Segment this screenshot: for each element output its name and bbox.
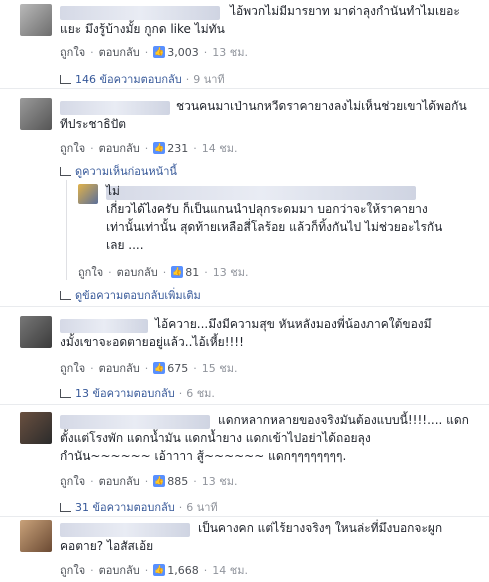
comment-1: ไอ้พวกไม่มีมารยาท มาด่าลุงกำนันทำไมเยอะ … (0, 0, 489, 95)
view-replies-link[interactable]: 146 ข้อความตอบกลับ · 9 นาที (60, 70, 225, 88)
reply-button[interactable]: ตอบกลับ (117, 263, 158, 281)
like-count[interactable]: 👍 885 (153, 475, 188, 488)
avatar[interactable] (20, 4, 52, 36)
reply-thread-line (66, 180, 67, 280)
like-button[interactable]: ถูกใจ (60, 472, 85, 490)
comment-actions: ถูกใจ · ตอบกลับ · 👍 675 · 15 ชม. (60, 359, 237, 377)
comment-actions: ถูกใจ · ตอบกลับ · 👍 3,003 · 13 ชม. (60, 43, 248, 61)
divider (0, 516, 489, 517)
reply-button[interactable]: ตอบกลับ (99, 359, 140, 377)
comment-actions: ถูกใจ · ตอบกลับ · 👍 885 · 13 ชม. (60, 472, 237, 490)
reply-button[interactable]: ตอบกลับ (99, 472, 140, 490)
reply-button[interactable]: ตอบกลับ (99, 139, 140, 157)
like-button[interactable]: ถูกใจ (60, 359, 85, 377)
comment-feed: ไอ้พวกไม่มีมารยาท มาด่าลุงกำนันทำไมเยอะ … (0, 0, 489, 582)
thumbs-up-icon: 👍 (153, 46, 166, 58)
timestamp[interactable]: 15 ชม. (202, 359, 238, 377)
reply-actions: ถูกใจ · ตอบกลับ · 👍 81 · 13 ชม. (78, 263, 248, 281)
timestamp[interactable]: 14 ชม. (212, 561, 248, 579)
like-button[interactable]: ถูกใจ (60, 43, 85, 61)
thumbs-up-icon: 👍 (153, 142, 166, 154)
comment-2: ชวนคนมาเป่านกหวีดราคายางลงไม่เห็นช่วยเขา… (0, 96, 489, 306)
reply-author-placeholder (106, 182, 426, 200)
view-previous-comments-link[interactable]: ดูความเห็นก่อนหน้านี้ (60, 162, 177, 180)
comment-text: เป็นคางคก แต่ไร้ยางจริงๆ ใหนล่ะที่มึงบอก… (60, 521, 443, 553)
comment-text: ไอ้ควาย...มึงมีความสุข หันหลังมองพี่น้อง… (60, 317, 432, 349)
reply-button[interactable]: ตอบกลับ (99, 561, 140, 579)
like-button[interactable]: ถูกใจ (78, 263, 103, 281)
timestamp[interactable]: 13 ชม. (213, 263, 249, 281)
comment-text: ไอ้พวกไม่มีมารยาท มาด่าลุงกำนันทำไมเยอะ … (60, 4, 460, 36)
view-replies-link[interactable]: 31 ข้อความตอบกลับ · 6 นาที (60, 498, 218, 516)
like-count[interactable]: 👍 3,003 (153, 46, 199, 59)
like-count[interactable]: 👍 81 (171, 266, 199, 279)
avatar[interactable] (78, 184, 98, 204)
thumbs-up-icon: 👍 (153, 564, 166, 576)
avatar[interactable] (20, 520, 52, 552)
timestamp[interactable]: 14 ชม. (202, 139, 238, 157)
comment-text: ชวนคนมาเป่านกหวีดราคายางลงไม่เห็นช่วยเขา… (60, 99, 467, 131)
thumbs-up-icon: 👍 (171, 266, 184, 278)
avatar[interactable] (20, 412, 52, 444)
reply-arrow-icon (60, 502, 71, 512)
comment-5: เป็นคางคก แต่ไร้ยางจริงๆ ใหนล่ะที่มึงบอก… (0, 518, 489, 582)
thumbs-up-icon: 👍 (153, 362, 166, 374)
timestamp[interactable]: 13 ชม. (202, 472, 238, 490)
comment-actions: ถูกใจ · ตอบกลับ · 👍 231 · 14 ชม. (60, 139, 237, 157)
thumbs-up-icon: 👍 (153, 475, 166, 487)
view-replies-link[interactable]: 13 ข้อความตอบกลับ · 6 ชม. (60, 384, 215, 402)
like-count[interactable]: 👍 1,668 (153, 564, 199, 577)
divider (0, 88, 489, 89)
comment-4: แดกหลากหลายของจริงมันต้องแบบนี้!!!!.... … (0, 410, 489, 515)
divider (0, 404, 489, 405)
like-button[interactable]: ถูกใจ (60, 139, 85, 157)
reply-arrow-icon (60, 290, 71, 300)
like-count[interactable]: 👍 675 (153, 362, 188, 375)
divider (0, 306, 489, 307)
reply-arrow-icon (60, 166, 71, 176)
like-count[interactable]: 👍 231 (153, 142, 188, 155)
reply-arrow-icon (60, 388, 71, 398)
view-more-replies-link[interactable]: ดูข้อความตอบกลับเพิ่มเติม (60, 286, 201, 304)
comment-actions: ถูกใจ · ตอบกลับ · 👍 1,668 · 14 ชม. (60, 561, 248, 579)
reply-button[interactable]: ตอบกลับ (99, 43, 140, 61)
comment-text: แดกหลากหลายของจริงมันต้องแบบนี้!!!!.... … (60, 413, 469, 463)
like-button[interactable]: ถูกใจ (60, 561, 85, 579)
comment-3: ไอ้ควาย...มึงมีความสุข หันหลังมองพี่น้อง… (0, 314, 489, 409)
reply-arrow-icon (60, 74, 71, 84)
avatar[interactable] (20, 98, 52, 130)
timestamp[interactable]: 13 ชม. (212, 43, 248, 61)
avatar[interactable] (20, 316, 52, 348)
